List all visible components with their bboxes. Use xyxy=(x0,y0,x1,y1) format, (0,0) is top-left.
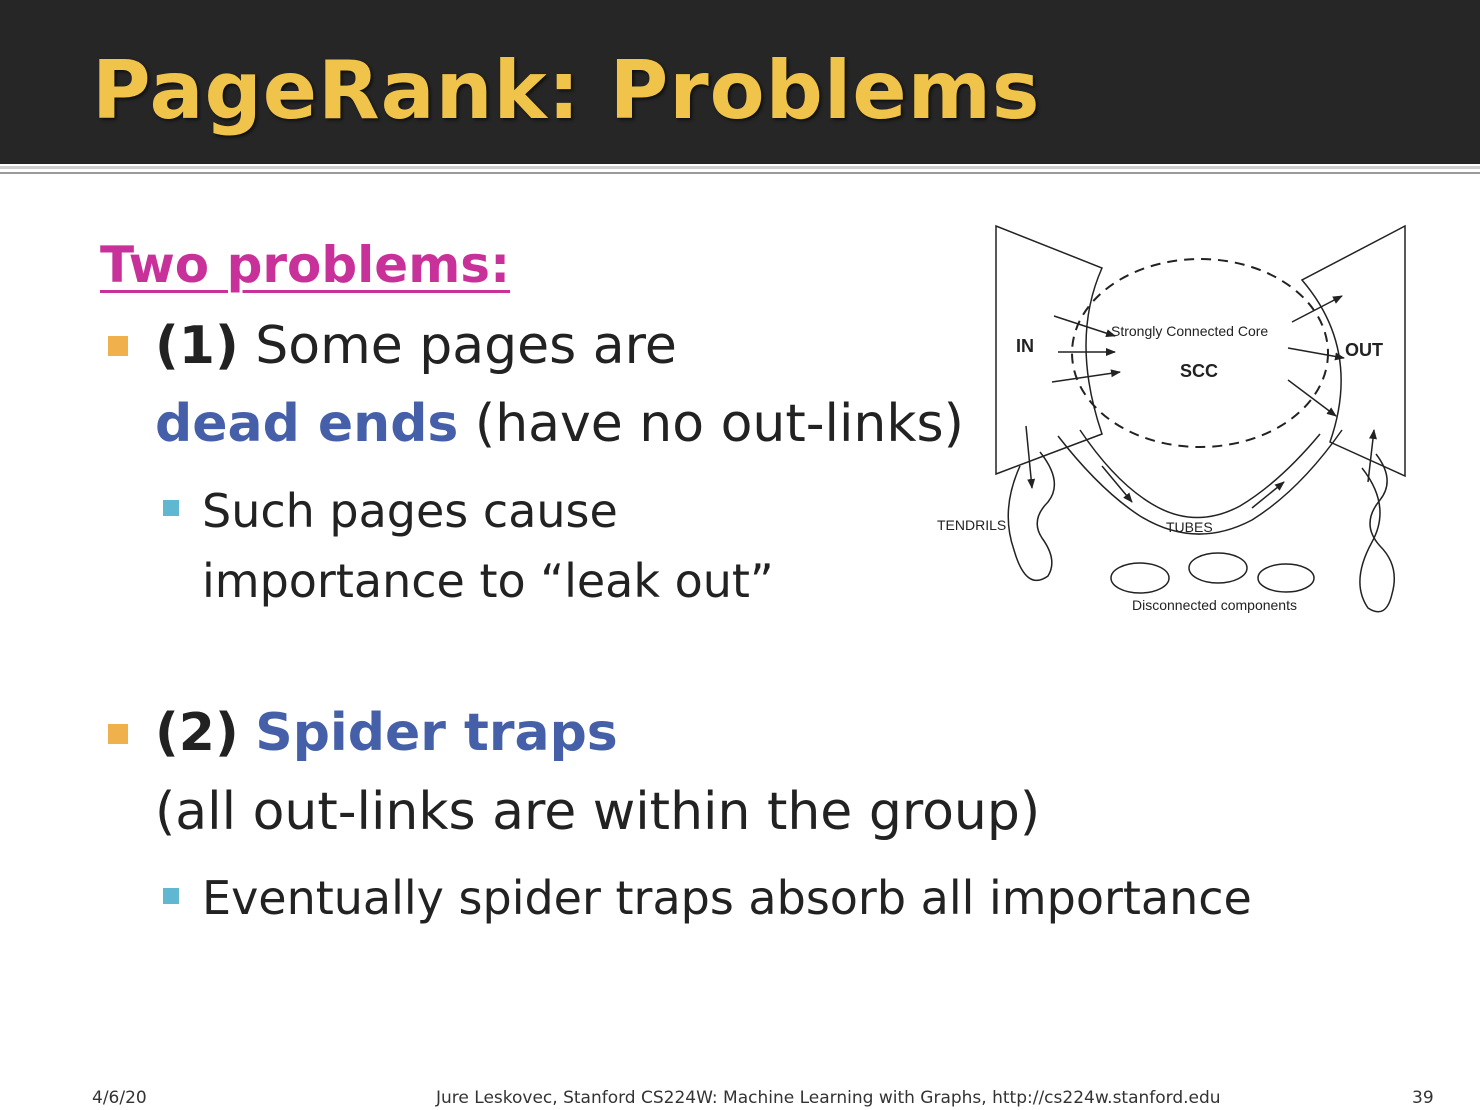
disconnected-component-1 xyxy=(1110,562,1170,594)
in-region-shape xyxy=(995,224,1104,476)
slide-title: PageRank: Problems xyxy=(92,44,1041,137)
sub-bullet-1-line-1: Such pages cause xyxy=(202,484,618,538)
bullet-1-text-b: (have no out-links) xyxy=(458,394,964,454)
bullet-1-prefix: (1) xyxy=(155,316,239,376)
title-bar: PageRank: Problems xyxy=(0,0,1480,164)
scc-ellipse xyxy=(1071,258,1329,448)
out-arrow-2 xyxy=(1287,347,1345,361)
bullet-1-text-a: Some pages are xyxy=(238,316,677,376)
bullet-1-highlight: dead ends xyxy=(155,394,459,454)
out-label: OUT xyxy=(1345,340,1383,360)
section-heading: Two problems: xyxy=(100,236,511,294)
in-label: IN xyxy=(1016,336,1034,356)
right-tendril xyxy=(1359,453,1395,613)
tendrils-label: TENDRILS xyxy=(937,517,1006,533)
bullet-marker-1 xyxy=(108,336,128,356)
in-arrow-1 xyxy=(1053,315,1116,337)
title-divider-top xyxy=(0,166,1480,169)
disconnected-label: Disconnected components xyxy=(1132,597,1297,613)
footer-credit: Jure Leskovec, Stanford CS224W: Machine … xyxy=(436,1088,1221,1108)
disconnected-component-3 xyxy=(1257,563,1315,593)
left-tendril xyxy=(1007,451,1056,582)
sub-bullet-2-line-1: Eventually spider traps absorb all impor… xyxy=(202,871,1252,925)
sub-bullet-marker-2 xyxy=(163,888,179,904)
bullet-2-line-1: (2) Spider traps xyxy=(155,703,618,763)
in-arrow-3 xyxy=(1051,369,1121,383)
bullet-marker-2 xyxy=(108,724,128,744)
bullet-1-line-1: (1) Some pages are xyxy=(155,316,677,376)
tendril-arrow-right xyxy=(1367,429,1377,483)
bowtie-diagram: IN OUT Strongly Connected Core SCC TENDR… xyxy=(937,224,1406,613)
bullet-2-prefix: (2) xyxy=(155,703,239,763)
bullet-1-line-2: dead ends (have no out-links) xyxy=(155,394,964,454)
tube-inner xyxy=(1079,429,1321,519)
sub-bullet-marker-1 xyxy=(163,500,179,516)
bullet-2-line-2: (all out-links are within the group) xyxy=(155,782,1041,842)
bullet-2-highlight: Spider traps xyxy=(255,703,618,763)
tendril-arrow-left xyxy=(1025,425,1036,489)
tube-arrow-1 xyxy=(1101,465,1133,503)
out-arrow-3 xyxy=(1287,379,1337,417)
tubes-label: TUBES xyxy=(1166,519,1213,535)
disconnected-component-2 xyxy=(1188,552,1248,584)
title-divider-bottom xyxy=(0,172,1480,174)
scc-label: SCC xyxy=(1180,361,1218,381)
page-number: 39 xyxy=(1412,1088,1434,1108)
sub-bullet-1-line-2: importance to “leak out” xyxy=(202,554,774,608)
footer-date: 4/6/20 xyxy=(92,1088,147,1108)
core-label: Strongly Connected Core xyxy=(1111,323,1268,339)
